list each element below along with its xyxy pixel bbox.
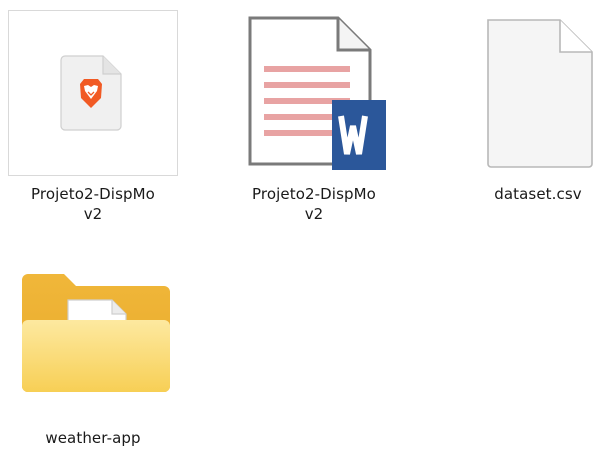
file-name-line1: weather-app	[45, 429, 141, 447]
folder-icon	[22, 274, 170, 392]
file-name-line2: v2	[83, 205, 103, 223]
file-label: dataset.csv	[476, 184, 600, 204]
file-label: Projeto2-DispMo v2	[8, 184, 178, 224]
blank-file-icon	[487, 19, 593, 168]
word-document-icon	[248, 16, 386, 170]
file-name-line2: v2	[304, 205, 324, 223]
file-name-line1: dataset.csv	[494, 185, 582, 203]
file-label: weather-app	[8, 428, 178, 448]
brave-browser-file-icon	[60, 55, 122, 131]
file-name-line1: Projeto2-DispMo	[31, 185, 155, 203]
file-label: Projeto2-DispMo v2	[224, 184, 404, 224]
file-name-line1: Projeto2-DispMo	[252, 185, 376, 203]
